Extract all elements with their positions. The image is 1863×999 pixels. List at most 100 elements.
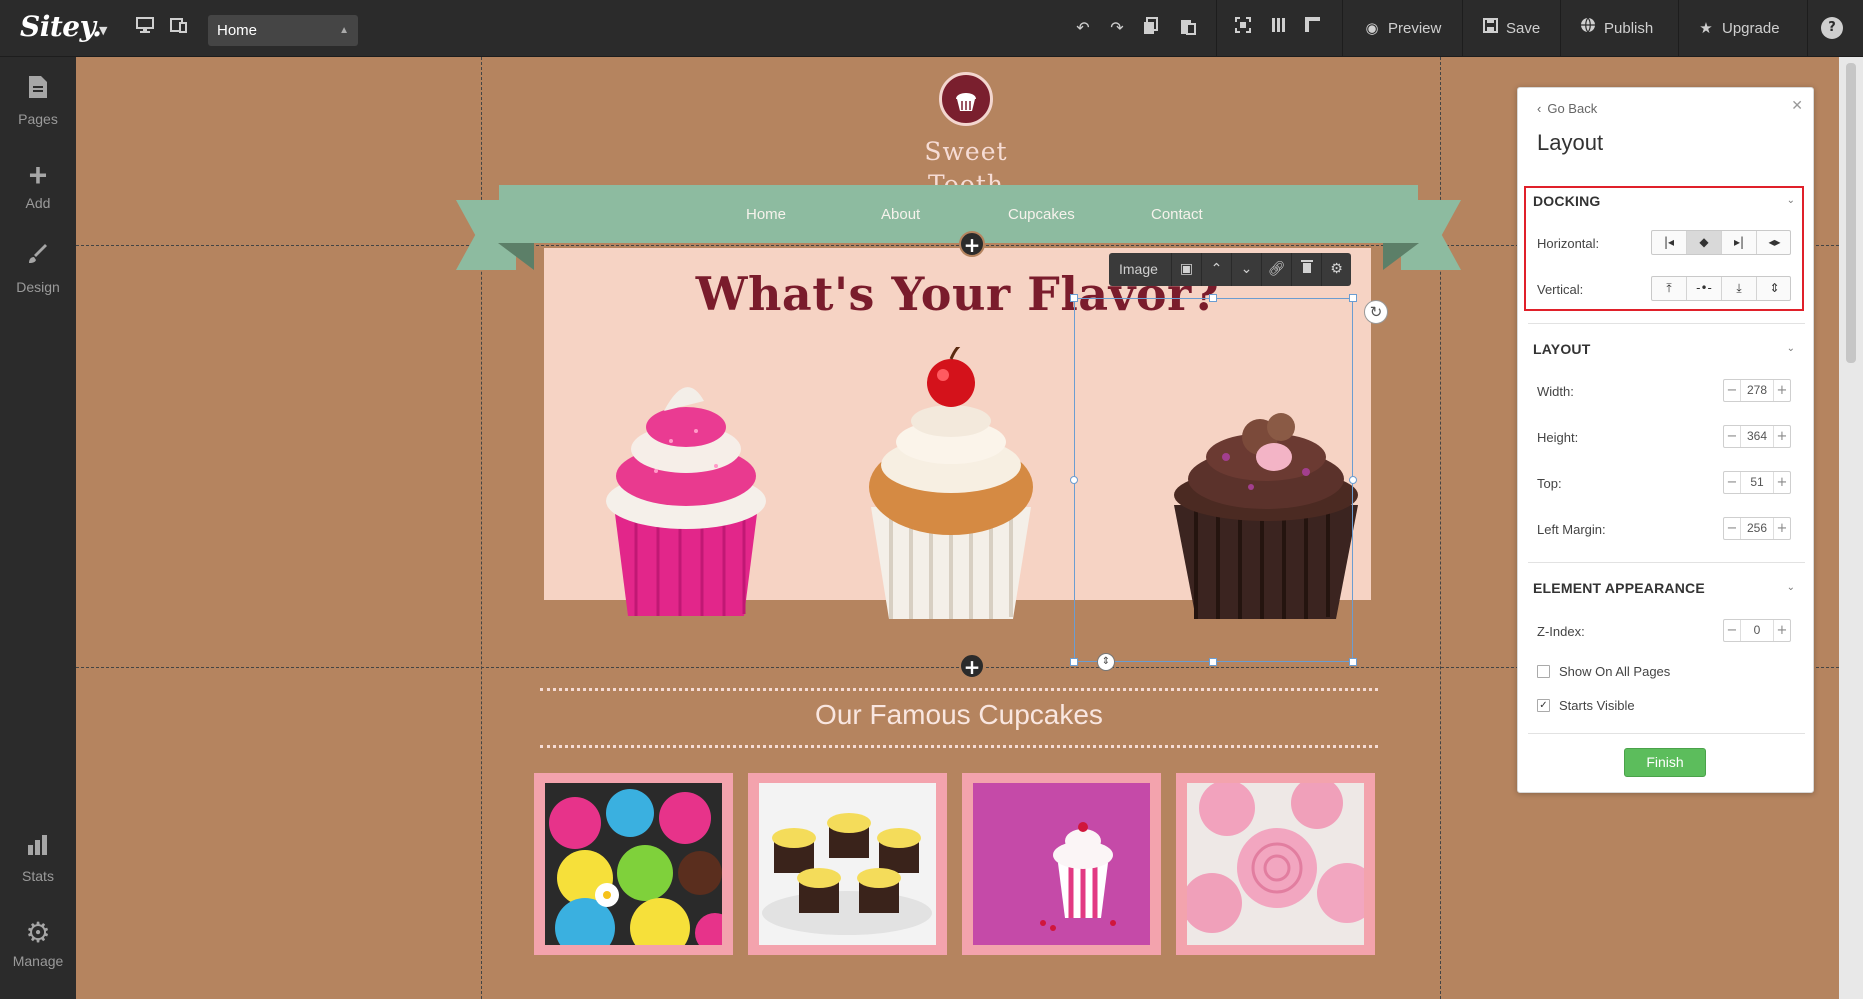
starts-visible-label[interactable]: Starts Visible (1559, 698, 1635, 713)
chevron-down-icon[interactable]: ⌄ (1787, 343, 1795, 354)
resize-handle-ne[interactable] (1349, 294, 1357, 302)
chevron-down-icon[interactable]: ⌄ (1787, 582, 1795, 593)
dock-right-icon[interactable]: ▸| (1722, 231, 1757, 254)
brand-logo[interactable]: Sitey. (20, 10, 102, 43)
gallery-thumb-4[interactable] (1176, 773, 1375, 955)
chevron-down-icon[interactable]: ▼ (99, 24, 107, 37)
resize-handle-nw[interactable] (1070, 294, 1078, 302)
help-icon[interactable]: ? (1821, 17, 1843, 39)
starts-visible-checkbox[interactable]: ✓ (1537, 699, 1550, 712)
increment-icon[interactable]: + (1773, 620, 1790, 641)
decrement-icon[interactable]: − (1724, 518, 1741, 539)
resize-handle-sw[interactable] (1070, 658, 1078, 666)
preview-button[interactable]: ◉ Preview (1362, 0, 1441, 57)
add-section-above-icon[interactable]: + (959, 231, 985, 257)
mobile-view-icon[interactable] (168, 17, 190, 39)
upgrade-button[interactable]: ★ Upgrade (1696, 0, 1779, 57)
copy-icon[interactable] (1140, 17, 1162, 39)
vertical-label: Vertical: (1537, 282, 1584, 297)
dock-stretch-v-icon[interactable]: ⇕ (1757, 277, 1792, 300)
nav-item-cupcakes[interactable]: Cupcakes (1008, 206, 1075, 223)
decrement-icon[interactable]: − (1724, 472, 1741, 493)
element-appearance-heading[interactable]: ELEMENT APPEARANCE (1533, 580, 1705, 596)
increment-icon[interactable]: + (1773, 426, 1790, 447)
left-margin-value[interactable]: 256 (1741, 518, 1773, 539)
page-select-dropdown[interactable]: Home ▲ (208, 15, 358, 46)
gallery-thumb-3[interactable] (962, 773, 1161, 955)
dock-stretch-h-icon[interactable]: ◂▸ (1757, 231, 1792, 254)
paste-icon[interactable] (1177, 17, 1199, 39)
selected-image-frame[interactable] (1074, 298, 1353, 662)
add-section-below-icon[interactable]: + (959, 653, 985, 679)
site-logo-badge[interactable] (939, 72, 993, 126)
zindex-value[interactable]: 0 (1741, 620, 1773, 641)
chevron-down-icon[interactable]: ⌄ (1787, 195, 1795, 206)
height-stepper[interactable]: − 364 + (1723, 425, 1791, 448)
increment-icon[interactable]: + (1773, 380, 1790, 401)
decrement-icon[interactable]: − (1724, 380, 1741, 401)
vertical-resize-icon[interactable]: ⇕ (1097, 653, 1115, 671)
sidebar-item-add[interactable]: + Add (0, 159, 76, 211)
resize-handle-se[interactable] (1349, 658, 1357, 666)
go-back-link[interactable]: ‹ Go Back (1537, 101, 1597, 116)
gallery-thumb-2[interactable] (748, 773, 947, 955)
resize-handle-e[interactable] (1349, 476, 1357, 484)
sidebar-item-design[interactable]: Design (0, 243, 76, 295)
columns-icon[interactable] (1268, 17, 1290, 39)
finish-button[interactable]: Finish (1624, 748, 1706, 777)
show-all-pages-checkbox[interactable] (1537, 665, 1550, 678)
nav-item-contact[interactable]: Contact (1151, 206, 1203, 223)
decrement-icon[interactable]: − (1724, 620, 1741, 641)
resize-handle-w[interactable] (1070, 476, 1078, 484)
nav-item-about[interactable]: About (881, 206, 920, 223)
layout-heading[interactable]: LAYOUT (1533, 341, 1590, 357)
close-icon[interactable]: ✕ (1791, 98, 1803, 114)
dock-left-icon[interactable]: |◂ (1652, 231, 1687, 254)
dock-center-h-icon[interactable]: ◆ (1687, 231, 1722, 254)
dock-bottom-icon[interactable]: ⤓ (1722, 277, 1757, 300)
redo-icon[interactable]: ↷ (1106, 17, 1128, 39)
desktop-view-icon[interactable] (134, 17, 156, 39)
sidebar-item-stats[interactable]: Stats (0, 832, 76, 884)
star-icon: ★ (1699, 20, 1713, 37)
zindex-stepper[interactable]: − 0 + (1723, 619, 1791, 642)
fit-screen-icon[interactable] (1232, 17, 1254, 39)
resize-handle-n[interactable] (1209, 294, 1217, 302)
chevron-down-icon[interactable]: ⌄ (1231, 253, 1261, 286)
sidebar-item-manage[interactable]: ⚙ Manage (0, 917, 76, 969)
cupcake-pink-image[interactable] (586, 371, 786, 621)
vertical-scrollbar[interactable] (1839, 57, 1863, 999)
width-stepper[interactable]: − 278 + (1723, 379, 1791, 402)
rotate-icon[interactable]: ↻ (1364, 300, 1388, 324)
undo-icon[interactable]: ↶ (1072, 17, 1094, 39)
ruler-icon[interactable] (1302, 17, 1324, 39)
top-stepper[interactable]: − 51 + (1723, 471, 1791, 494)
nav-item-home[interactable]: Home (746, 206, 786, 223)
width-value[interactable]: 278 (1741, 380, 1773, 401)
left-margin-stepper[interactable]: − 256 + (1723, 517, 1791, 540)
scrollbar-thumb[interactable] (1846, 63, 1856, 363)
settings-gear-icon[interactable]: ⚙ (1321, 253, 1351, 286)
increment-icon[interactable]: + (1773, 472, 1790, 493)
top-value[interactable]: 51 (1741, 472, 1773, 493)
resize-handle-s[interactable] (1209, 658, 1217, 666)
increment-icon[interactable]: + (1773, 518, 1790, 539)
dock-center-v-icon[interactable]: -•- (1687, 277, 1722, 300)
save-button[interactable]: Save (1480, 0, 1540, 57)
decrement-icon[interactable]: − (1724, 426, 1741, 447)
height-value[interactable]: 364 (1741, 426, 1773, 447)
dock-top-icon[interactable]: ⤒ (1652, 277, 1687, 300)
docking-heading[interactable]: DOCKING (1533, 193, 1601, 209)
width-label: Width: (1537, 384, 1574, 399)
trash-icon[interactable] (1291, 253, 1321, 286)
cupcake-cherry-image[interactable] (851, 341, 1051, 622)
section-title[interactable]: Our Famous Cupcakes (540, 699, 1378, 731)
chevron-up-icon[interactable]: ⌃ (1201, 253, 1231, 286)
link-icon[interactable]: 🔗︎ (1261, 253, 1291, 286)
show-all-pages-label[interactable]: Show On All Pages (1559, 664, 1670, 679)
layers-icon[interactable]: ▣ (1171, 253, 1201, 286)
panel-title: Layout (1537, 130, 1604, 155)
sidebar-item-pages[interactable]: Pages (0, 75, 76, 127)
gallery-thumb-1[interactable] (534, 773, 733, 955)
publish-button[interactable]: Publish (1578, 0, 1653, 57)
